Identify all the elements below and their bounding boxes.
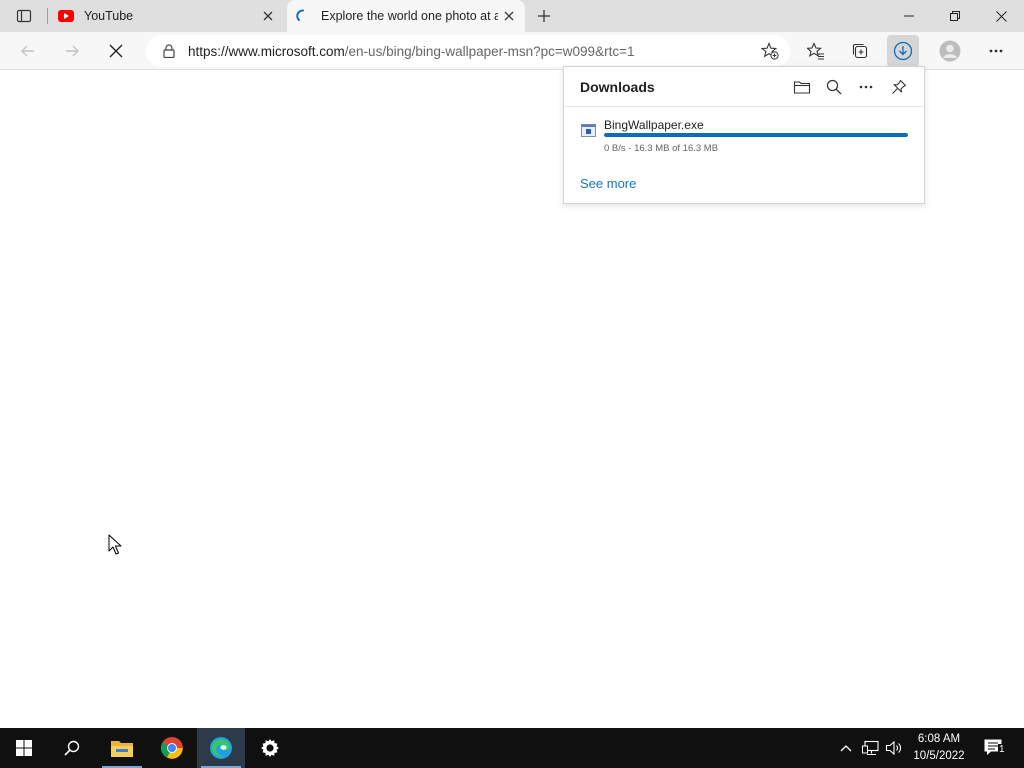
close-icon	[263, 11, 273, 21]
restore-icon	[950, 11, 960, 21]
forward-button[interactable]	[56, 35, 88, 67]
youtube-icon	[58, 8, 74, 24]
download-progress-bar	[604, 133, 908, 137]
profile-button[interactable]	[934, 35, 966, 67]
notification-count: 1	[998, 744, 1006, 755]
mouse-cursor-icon	[108, 534, 122, 555]
show-hidden-icons-button[interactable]	[836, 728, 856, 768]
back-arrow-icon	[21, 45, 34, 57]
download-file-name[interactable]: BingWallpaper.exe	[604, 118, 704, 132]
pin-downloads-button[interactable]	[887, 75, 911, 99]
download-item[interactable]: BingWallpaper.exe 0 B/s - 16.3 MB of 16.…	[564, 108, 924, 164]
tab-strip: YouTube Explore the world one photo at a…	[0, 0, 1024, 32]
url-path: /en-us/bing/bing-wallpaper-msn?pc=w099&r…	[344, 43, 635, 59]
downloads-header: Downloads	[564, 67, 924, 107]
pin-icon	[892, 79, 907, 94]
add-favorite-icon	[761, 42, 779, 60]
clock-date: 10/5/2022	[913, 750, 965, 762]
lock-icon[interactable]	[154, 44, 184, 58]
taskbar-search-button[interactable]	[48, 728, 96, 768]
tab-youtube[interactable]: YouTube	[50, 0, 284, 32]
tab-close-button[interactable]	[257, 5, 279, 27]
add-favorite-button[interactable]	[756, 39, 784, 63]
taskbar-settings[interactable]	[246, 728, 294, 768]
collections-icon	[852, 43, 868, 59]
tab-close-button[interactable]	[498, 5, 520, 27]
more-icon	[859, 85, 873, 89]
taskbar-file-explorer[interactable]	[98, 728, 146, 768]
download-status: 0 B/s - 16.3 MB of 16.3 MB	[604, 143, 719, 154]
downloads-panel: Downloads BingWallpaper.exe 0 B/s - 16.3…	[563, 66, 925, 204]
search-icon	[64, 740, 80, 756]
tab-bing-wallpaper[interactable]: Explore the world one photo at a time	[287, 0, 525, 32]
window-close-button[interactable]	[978, 0, 1024, 32]
taskbar: 6:08 AM 10/5/2022 1	[0, 728, 1024, 768]
clock-time: 6:08 AM	[917, 733, 961, 745]
collections-button[interactable]	[844, 35, 876, 67]
download-progress-fill	[604, 133, 908, 137]
edge-icon	[210, 737, 232, 759]
favorites-icon	[807, 42, 824, 60]
start-button[interactable]	[0, 728, 48, 768]
downloads-title: Downloads	[580, 79, 655, 95]
chrome-icon	[160, 737, 183, 759]
plus-icon	[538, 10, 550, 22]
more-icon	[989, 49, 1003, 53]
minimize-button[interactable]	[886, 0, 932, 32]
network-icon	[862, 740, 879, 756]
taskbar-edge[interactable]	[197, 728, 245, 768]
close-icon	[504, 11, 514, 21]
folder-icon	[793, 81, 811, 94]
see-more-link[interactable]: See more	[580, 176, 636, 191]
browser-toolbar: https://www.microsoft.com/en-us/bing/bin…	[0, 32, 1024, 70]
settings-icon	[261, 739, 279, 757]
browser-window: YouTube Explore the world one photo at a…	[0, 0, 1024, 728]
chevron-up-icon	[840, 745, 852, 752]
start-icon	[16, 740, 32, 756]
profile-icon	[939, 40, 961, 62]
downloads-button[interactable]	[887, 35, 919, 67]
favorites-button[interactable]	[800, 35, 832, 67]
file-explorer-icon	[111, 741, 133, 757]
more-button[interactable]	[980, 35, 1012, 67]
tab-separator	[47, 8, 48, 24]
taskbar-chrome[interactable]	[148, 728, 196, 768]
tab-actions-icon	[16, 9, 32, 23]
network-button[interactable]	[860, 728, 882, 768]
tab-title: YouTube	[84, 9, 134, 23]
forward-arrow-icon	[66, 45, 79, 57]
open-downloads-folder-button[interactable]	[790, 75, 814, 99]
minimize-icon	[904, 15, 914, 17]
volume-button[interactable]	[884, 728, 904, 768]
stop-loading-icon	[109, 44, 123, 58]
notifications-button[interactable]: 1	[980, 728, 1008, 768]
loading-spinner-icon	[295, 8, 311, 24]
close-icon	[995, 10, 1007, 22]
address-bar[interactable]: https://www.microsoft.com/en-us/bing/bin…	[146, 35, 790, 67]
stop-loading-button[interactable]	[100, 35, 132, 67]
tab-actions-button[interactable]	[8, 4, 40, 28]
url-host: https://www.microsoft.com	[188, 43, 345, 59]
tab-title: Explore the world one photo at a time	[321, 9, 498, 23]
restore-button[interactable]	[932, 0, 978, 32]
back-button[interactable]	[12, 35, 44, 67]
downloads-more-button[interactable]	[854, 75, 878, 99]
taskbar-clock[interactable]: 6:08 AM 10/5/2022	[906, 731, 972, 765]
search-downloads-button[interactable]	[822, 75, 846, 99]
new-tab-button[interactable]	[531, 4, 557, 28]
search-icon	[826, 79, 842, 95]
address-url[interactable]: https://www.microsoft.com/en-us/bing/bin…	[188, 44, 634, 59]
downloads-icon	[893, 41, 913, 61]
exe-file-icon	[581, 124, 596, 137]
volume-icon	[885, 740, 901, 756]
